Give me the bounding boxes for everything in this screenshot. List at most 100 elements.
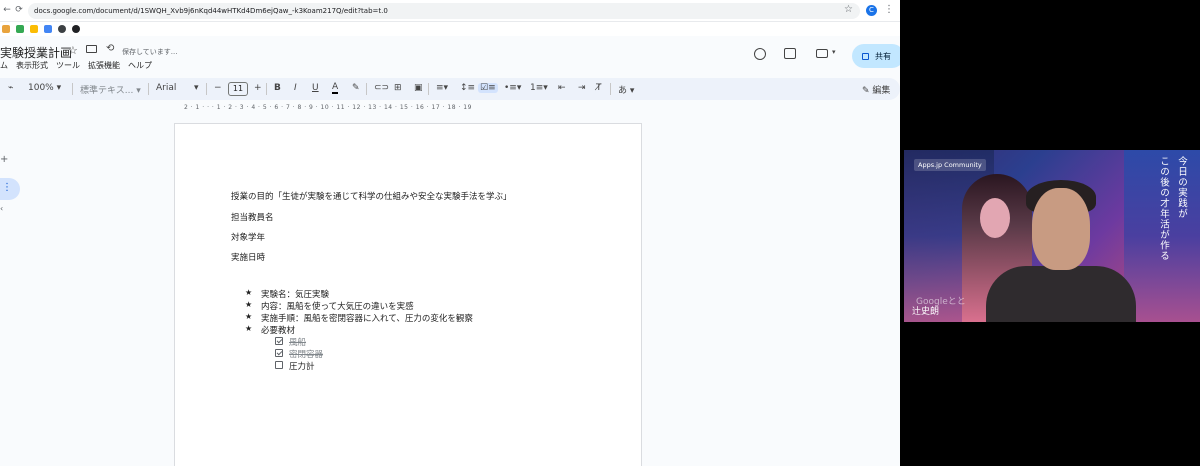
menu-item-format[interactable]: 表示形式 (16, 60, 48, 71)
formatting-toolbar: ⌁ 100% ▾ 標準テキス... ▾ Arial ▾ − 11 + B I U… (0, 78, 900, 100)
profile-avatar[interactable]: C (866, 5, 877, 16)
bookmark-icon[interactable] (16, 25, 24, 33)
more-options-icon[interactable]: ⋮ (2, 182, 12, 193)
font-size-input[interactable]: 11 (228, 82, 248, 96)
community-badge: Apps.jp Community (914, 159, 986, 171)
zoom-value: 100% (28, 83, 54, 93)
background-figure-face (980, 198, 1010, 238)
document-title[interactable]: 実験授業計画 (0, 44, 72, 61)
checklist-item: 密閉容器 (289, 350, 324, 360)
underline-button[interactable]: U (312, 83, 319, 93)
ruler[interactable]: 2 · 1 · · · 1 · 2 · 3 · 4 · 5 · 6 · 7 · … (174, 104, 644, 114)
menu-item-tools[interactable]: ツール (56, 60, 80, 71)
zoom-select[interactable]: 100% ▾ (28, 83, 61, 93)
meet-icon[interactable] (816, 49, 828, 58)
share-button[interactable]: 共有 (852, 44, 900, 68)
numbered-list-icon[interactable]: 1≡▾ (530, 83, 548, 93)
checkbox-checked[interactable] (275, 349, 283, 357)
align-icon[interactable]: ≡▾ (436, 83, 448, 93)
folder-icon[interactable] (86, 45, 97, 53)
speaker-name: 辻史朗 (912, 307, 940, 317)
checkbox-checked[interactable] (275, 337, 283, 345)
star-icon[interactable]: ☆ (68, 44, 78, 57)
purpose-line: 授業の目的「生徒が実験を通じて科学の仕組みや安全な実験手法を学ぶ」 (231, 192, 512, 202)
menu-item-extensions[interactable]: 拡張機能 (88, 60, 120, 71)
style-value: 標準テキス... (80, 86, 134, 96)
editing-mode-button[interactable]: ✎ 編集 (862, 83, 890, 96)
list-item: 実施手順：風船を密閉容器に入れて、圧力の変化を観察 (261, 314, 473, 324)
highlight-icon[interactable]: ✎ (352, 83, 360, 93)
caption-line: この後の才年活が作る (1158, 156, 1169, 261)
docs-header: 実験授業計画 ☆ ⟲ 保存しています... ム 表示形式 ツール 拡張機能 ヘル… (0, 38, 900, 74)
browser-menu-icon[interactable]: ⋮ (884, 4, 894, 15)
insert-image-icon[interactable]: ▣ (414, 83, 423, 93)
checklist-icon[interactable]: ☑≡ (478, 83, 498, 93)
menu-item-help[interactable]: ヘルプ (128, 60, 152, 71)
ruler-scale: 2 · 1 · · · 1 · 2 · 3 · 4 · 5 · 6 · 7 · … (184, 104, 472, 111)
chevron-down-icon[interactable]: ▾ (832, 48, 836, 56)
bookmarks-bar (0, 22, 900, 36)
saving-status: 保存しています... (122, 48, 178, 56)
caption-line: 今日の実践が (1176, 156, 1187, 219)
bookmark-icon[interactable] (58, 25, 66, 33)
url-text: docs.google.com/document/d/1SWQH_Xvb9j6n… (34, 7, 388, 15)
editing-label: 編集 (872, 86, 891, 96)
clear-formatting-icon[interactable]: T̸ (596, 83, 602, 93)
decrease-indent-icon[interactable]: ⇤ (558, 83, 566, 93)
list-item: 必要教材 (261, 326, 296, 336)
font-select[interactable]: Arial (156, 83, 176, 93)
toolbar-divider (206, 83, 207, 95)
text-color-button[interactable]: A (332, 83, 339, 94)
toolbar-divider (72, 83, 73, 95)
comment-icon[interactable] (784, 48, 796, 59)
paint-format-icon[interactable]: ⌁ (8, 83, 13, 93)
chevron-down-icon[interactable]: ▾ (194, 83, 199, 93)
star-bullet-icon: ★ (245, 300, 253, 309)
bookmark-star-icon[interactable]: ☆ (844, 4, 853, 15)
list-item: 実験名：気圧実験 (261, 290, 330, 300)
version-history-icon[interactable] (754, 48, 766, 60)
browser-address-bar: ← ⟳ docs.google.com/document/d/1SWQH_Xvb… (0, 0, 900, 22)
sync-icon: ⟲ (106, 43, 115, 54)
star-bullet-icon: ★ (245, 324, 253, 333)
checklist-item: 風船 (289, 338, 307, 348)
google-docs-window: ← ⟳ docs.google.com/document/d/1SWQH_Xvb… (0, 0, 900, 466)
bookmark-icon[interactable] (44, 25, 52, 33)
star-bullet-icon: ★ (245, 288, 253, 297)
increase-font-size-button[interactable]: + (254, 83, 262, 93)
toolbar-divider (148, 83, 149, 95)
checklist-item: 圧力計 (289, 362, 315, 372)
input-tools-button[interactable]: あ ▾ (618, 83, 634, 96)
menu-bar: ム 表示形式 ツール 拡張機能 ヘルプ (0, 60, 152, 71)
lock-icon (862, 52, 869, 60)
bookmark-icon[interactable] (30, 25, 38, 33)
toolbar-divider (428, 83, 429, 95)
decrease-font-size-button[interactable]: − (214, 83, 222, 93)
bookmark-icon[interactable] (72, 25, 80, 33)
share-label: 共有 (875, 51, 891, 61)
checkbox-unchecked[interactable] (275, 361, 283, 369)
url-input[interactable]: docs.google.com/document/d/1SWQH_Xvb9j6n… (28, 3, 860, 19)
font-value: Arial (156, 83, 177, 93)
line-spacing-icon[interactable]: ↕≡ (460, 83, 475, 93)
toolbar-divider (266, 83, 267, 95)
video-feed: Apps.jp Community 今日の実践が この後の才年活が作る Goog… (904, 150, 1200, 322)
bullet-list-icon[interactable]: •≡▾ (504, 83, 521, 93)
bold-button[interactable]: B (274, 83, 281, 93)
add-comment-icon[interactable]: ⊞ (394, 83, 402, 93)
link-icon[interactable]: ⊂⊃ (374, 83, 389, 93)
increase-indent-icon[interactable]: ⇥ (578, 83, 586, 93)
style-select[interactable]: 標準テキス... ▾ (80, 83, 141, 96)
document-page[interactable]: 授業の目的「生徒が実験を通じて科学の仕組みや安全な実験手法を学ぶ」 担当教員名 … (174, 123, 642, 466)
bookmark-icon[interactable] (2, 25, 10, 33)
add-tab-icon[interactable]: + (0, 154, 8, 165)
menu-item[interactable]: ム (0, 60, 8, 71)
speaker-head (1032, 188, 1090, 270)
italic-button[interactable]: I (294, 83, 297, 93)
sidebar-tab-icon[interactable]: ‹ (0, 204, 3, 213)
teacher-line: 担当教員名 (231, 213, 274, 223)
input-tools-label: あ (618, 86, 628, 96)
list-item: 内容：風船を使って大気圧の違いを実感 (261, 302, 414, 312)
reload-icon[interactable]: ⟳ (12, 5, 26, 15)
screen: ← ⟳ docs.google.com/document/d/1SWQH_Xvb… (0, 0, 1200, 466)
